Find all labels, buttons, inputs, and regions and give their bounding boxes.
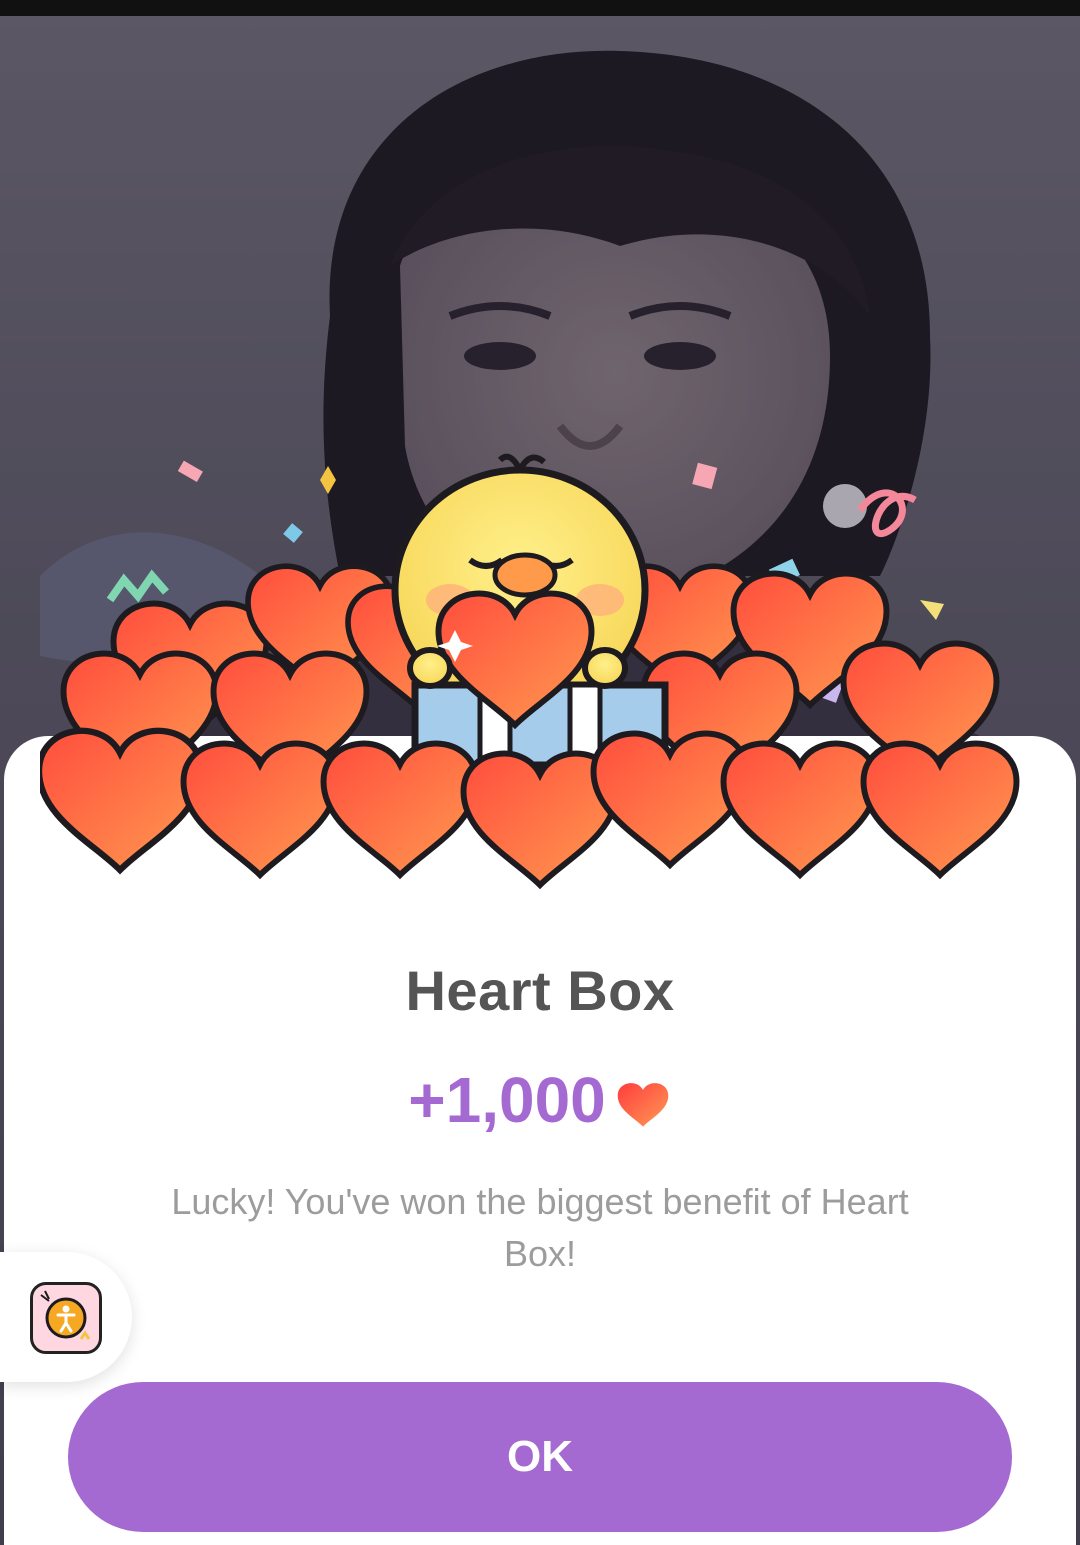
status-bar	[0, 0, 1080, 16]
floating-shortcut[interactable]	[0, 1252, 132, 1382]
ok-button[interactable]: OK	[68, 1382, 1012, 1532]
reward-amount: +1,000	[408, 1064, 606, 1136]
dialog-title: Heart Box	[405, 959, 675, 1022]
reward-amount-row: +1,000	[0, 1060, 1080, 1140]
heart-box-illustration	[40, 453, 1040, 900]
accessibility-app-icon[interactable]	[30, 1282, 102, 1354]
reward-message: Lucky! You've won the biggest benefit of…	[171, 1181, 909, 1274]
heart-icon	[617, 1083, 669, 1127]
